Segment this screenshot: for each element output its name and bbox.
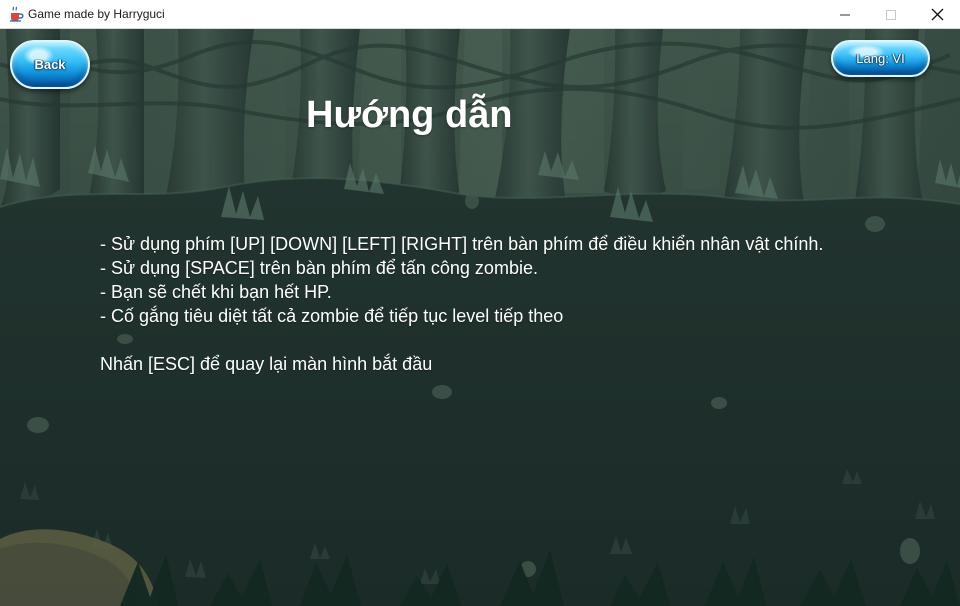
language-toggle-button[interactable]: Lang: VI [831, 40, 930, 77]
window-titlebar[interactable]: Game made by Harryguci [0, 0, 960, 29]
game-scene[interactable]: Back Lang: VI Hướng dẫn - Sử dụng phím [… [0, 29, 960, 606]
minimize-button[interactable] [822, 0, 868, 29]
window-controls [822, 0, 960, 29]
instruction-list: - Sử dụng phím [UP] [DOWN] [LEFT] [RIGHT… [100, 232, 920, 328]
instruction-level-goal: - Cố gắng tiêu diệt tất cả zombie để tiế… [100, 306, 564, 326]
java-cup-icon [10, 6, 24, 22]
close-icon [931, 8, 943, 21]
instruction-move-keys: - Sử dụng phím [UP] [DOWN] [LEFT] [RIGHT… [100, 234, 824, 254]
back-button[interactable]: Back [10, 40, 90, 89]
page-title: Hướng dẫn [306, 94, 513, 136]
esc-instruction: Nhấn [ESC] để quay lại màn hình bắt đầu [100, 354, 433, 374]
maximize-icon [886, 9, 896, 20]
game-window: Game made by Harryguci Back Lang: VI Hướ… [0, 0, 960, 606]
instruction-attack-key: - Sử dụng [SPACE] trên bàn phím để tấn c… [100, 258, 538, 278]
window-title: Game made by Harryguci [28, 7, 165, 21]
maximize-button[interactable] [868, 0, 914, 29]
minimize-icon [840, 14, 850, 15]
instruction-hp-warning: - Bạn sẽ chết khi bạn hết HP. [100, 282, 332, 302]
close-button[interactable] [914, 0, 960, 29]
